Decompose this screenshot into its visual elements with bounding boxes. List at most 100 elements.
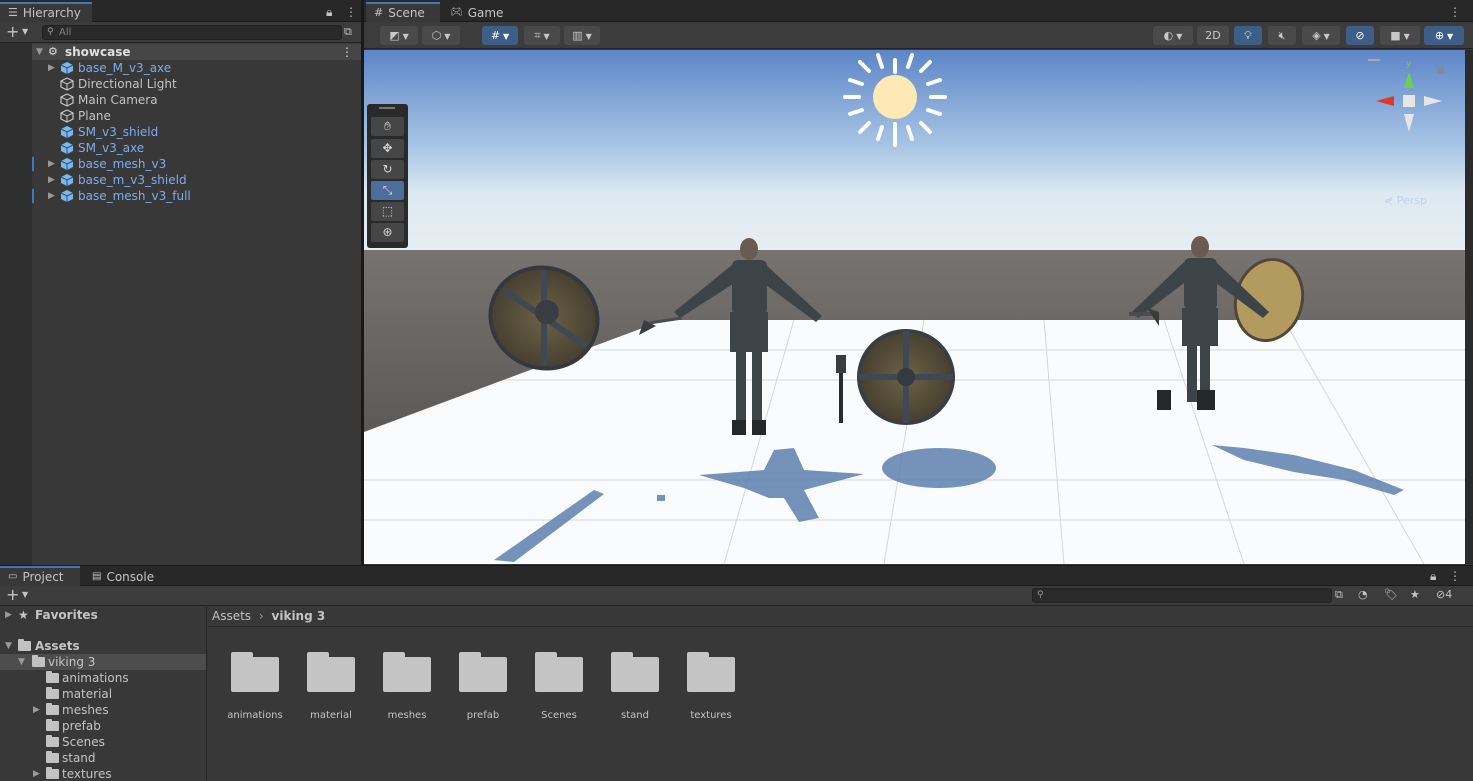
eye-hidden-icon: ⊘ xyxy=(1436,588,1446,601)
tree-item-folder[interactable]: prefab xyxy=(0,718,206,734)
asset-folder-label: textures xyxy=(690,710,732,721)
asset-folder-tile[interactable]: animations xyxy=(220,648,290,721)
rect-tool-button[interactable]: ⬚ xyxy=(371,202,404,221)
hierarchy-item-label: Main Camera xyxy=(78,93,158,107)
hierarchy-item[interactable]: SM_v3_axe xyxy=(32,140,361,156)
tree-item-assets[interactable]: ▼ Assets xyxy=(0,638,206,654)
global-shading-dropdown[interactable]: ◐ ▼ xyxy=(1153,26,1193,45)
prefab-cube-icon xyxy=(60,158,74,170)
hierarchy-item[interactable]: ▶ base_M_v3_axe xyxy=(32,60,361,76)
tab-hierarchy[interactable]: ☰ Hierarchy xyxy=(0,2,92,22)
lighting-toggle[interactable]: 💡︎ xyxy=(1234,26,1262,45)
filter-by-type-icon[interactable]: ◔ xyxy=(1358,585,1368,605)
asset-folder-tile[interactable]: meshes xyxy=(372,648,442,721)
asset-folder-tile[interactable]: Scenes xyxy=(524,648,594,721)
tab-game[interactable]: 🎮︎ Game xyxy=(442,2,508,22)
scene-scrollbar[interactable] xyxy=(1465,50,1473,564)
favorite-star-icon[interactable]: ★ xyxy=(1410,585,1420,605)
expand-arrow-icon[interactable]: ▶ xyxy=(33,766,40,781)
modified-marker xyxy=(32,189,34,203)
camera-settings-dropdown[interactable]: ■ ▼ xyxy=(1380,26,1420,45)
hierarchy-item[interactable]: Main Camera xyxy=(32,92,361,108)
audio-toggle[interactable]: 🔇︎ xyxy=(1268,26,1296,45)
tab-project[interactable]: ▭ Project xyxy=(0,566,80,586)
tree-item-folder[interactable]: ▶ textures xyxy=(0,766,206,781)
search-filter-icon[interactable]: ⧉ xyxy=(344,22,352,42)
asset-folder-tile[interactable]: textures xyxy=(676,648,746,721)
snap-increment-dropdown[interactable]: ⌗ ▼ xyxy=(524,26,560,45)
transform-tool-button[interactable]: ⊛ xyxy=(371,223,404,242)
scene-viewport[interactable]: ✋︎ ✥ ↻ ⤡ ⬚ ⊛ y ⋞ Persp xyxy=(364,50,1465,564)
gizmos-dropdown[interactable]: ⊕ ▼ xyxy=(1424,26,1464,45)
more-menu-icon[interactable]: ⋮ xyxy=(1449,566,1461,586)
camera-icon: ■ xyxy=(1390,29,1401,42)
tree-item-favorites[interactable]: ▶ ★ Favorites xyxy=(0,607,206,623)
grid-snap-icon: # xyxy=(490,29,501,42)
hierarchy-item[interactable]: Directional Light xyxy=(32,76,361,92)
draw-mode-dropdown[interactable]: ◩ ▼ xyxy=(380,26,418,45)
effects-dropdown[interactable]: ◈ ▼ xyxy=(1302,26,1340,45)
expand-arrow-icon[interactable]: ▶ xyxy=(5,607,12,623)
hand-tool-button[interactable]: ✋︎ xyxy=(371,117,404,136)
hierarchy-item[interactable]: ▶ base_mesh_v3_full xyxy=(32,188,361,204)
grid-snap-toggle[interactable]: # ▼ xyxy=(482,26,518,45)
tab-console[interactable]: ▤ Console xyxy=(84,566,164,586)
asset-folder-tile[interactable]: stand xyxy=(600,648,670,721)
tree-item-folder[interactable]: material xyxy=(0,686,206,702)
drag-handle[interactable] xyxy=(379,107,395,109)
hierarchy-item-label: SM_v3_shield xyxy=(78,125,159,139)
hierarchy-item[interactable]: SM_v3_shield xyxy=(32,124,361,140)
scale-tool-button[interactable]: ⤡ xyxy=(371,181,404,200)
hierarchy-item-label: base_M_v3_axe xyxy=(78,61,172,75)
expand-arrow-icon[interactable]: ▼ xyxy=(5,638,12,654)
expand-arrow-icon[interactable]: ▼ xyxy=(18,654,25,670)
hierarchy-item[interactable]: Plane xyxy=(32,108,361,124)
chevron-down-icon[interactable]: ▼ xyxy=(22,585,28,605)
lock-icon[interactable]: 🔒︎ xyxy=(1430,566,1436,586)
expand-arrow-icon[interactable]: ▶ xyxy=(48,156,55,172)
hierarchy-item[interactable]: ▶ base_mesh_v3 xyxy=(32,156,361,172)
expand-arrow-icon[interactable]: ▶ xyxy=(48,172,55,188)
asset-folder-tile[interactable]: prefab xyxy=(448,648,518,721)
tree-item-folder[interactable]: ▶ meshes xyxy=(0,702,206,718)
rotate-tool-button[interactable]: ↻ xyxy=(371,160,404,179)
hierarchy-item[interactable]: ▶ base_m_v3_shield xyxy=(32,172,361,188)
chevron-down-icon[interactable]: ▼ xyxy=(22,22,28,42)
unity-scene-icon: ⚙ xyxy=(48,45,58,58)
hidden-packages-toggle[interactable]: ⊘4 xyxy=(1436,585,1452,605)
tree-item-folder[interactable]: animations xyxy=(0,670,206,686)
filter-by-label-icon[interactable]: 🏷︎ xyxy=(1384,585,1398,605)
mode-2d-toggle[interactable]: 2D xyxy=(1197,26,1229,45)
hierarchy-search-input[interactable]: ⚲ All xyxy=(42,25,342,40)
folder-icon xyxy=(687,652,735,692)
lock-icon[interactable]: 🔒︎ xyxy=(326,2,332,22)
tree-item-folder[interactable]: Scenes xyxy=(0,734,206,750)
hierarchy-toolbar: + ▼ ⚲ All ⧉ xyxy=(0,22,361,43)
expand-arrow-icon[interactable]: ▶ xyxy=(48,188,55,204)
move-tool-button[interactable]: ✥ xyxy=(371,139,404,158)
tree-item-viking-3[interactable]: ▼ viking 3 xyxy=(0,654,206,670)
create-plus-icon[interactable]: + xyxy=(6,585,19,605)
scene-menu-icon[interactable]: ⋮ xyxy=(341,44,353,60)
breadcrumb-assets[interactable]: Assets xyxy=(212,609,251,623)
grid-visibility-dropdown[interactable]: ▥ ▼ xyxy=(564,26,600,45)
shaded-icon: ◩ xyxy=(389,29,400,42)
perspective-toggle[interactable]: ⋞ Persp xyxy=(1384,194,1427,207)
scene-row-showcase[interactable]: ▼ ⚙ showcase ⋮ xyxy=(32,44,361,60)
search-filter-icon[interactable]: ⧉ xyxy=(1335,585,1343,605)
expand-arrow-icon[interactable]: ▶ xyxy=(48,60,55,76)
scene-visibility-toggle[interactable]: ⊘ xyxy=(1346,26,1374,45)
hierarchy-tabbar: ☰ Hierarchy 🔒︎ ⋮ xyxy=(0,0,361,22)
hierarchy-item-label: base_mesh_v3 xyxy=(78,157,167,171)
create-plus-icon[interactable]: + xyxy=(6,22,19,42)
more-menu-icon[interactable]: ⋮ xyxy=(345,2,357,22)
project-search-input[interactable]: ⚲ xyxy=(1032,588,1332,603)
asset-folder-tile[interactable]: material xyxy=(296,648,366,721)
expand-arrow-icon[interactable]: ▼ xyxy=(36,44,43,60)
tree-item-folder[interactable]: stand xyxy=(0,750,206,766)
expand-arrow-icon[interactable]: ▶ xyxy=(33,702,40,718)
tab-scene[interactable]: # Scene xyxy=(366,2,440,22)
breadcrumb-viking-3[interactable]: viking 3 xyxy=(272,609,326,623)
render-mode-dropdown[interactable]: ⬡ ▼ xyxy=(422,26,460,45)
more-menu-icon[interactable]: ⋮ xyxy=(1449,2,1461,22)
